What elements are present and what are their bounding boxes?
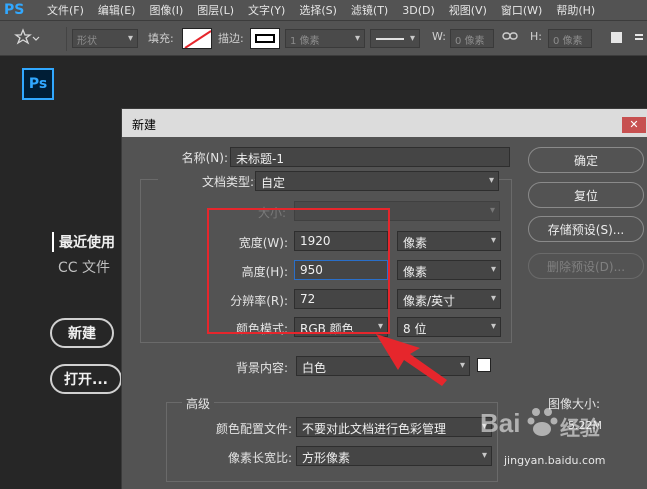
baidu-watermark-brand2: 经验 (560, 416, 600, 440)
baidu-paw-icon (526, 404, 560, 441)
baidu-watermark-url: jingyan.baidu.com (504, 454, 606, 467)
baidu-watermark-brand: Bai (480, 408, 521, 438)
